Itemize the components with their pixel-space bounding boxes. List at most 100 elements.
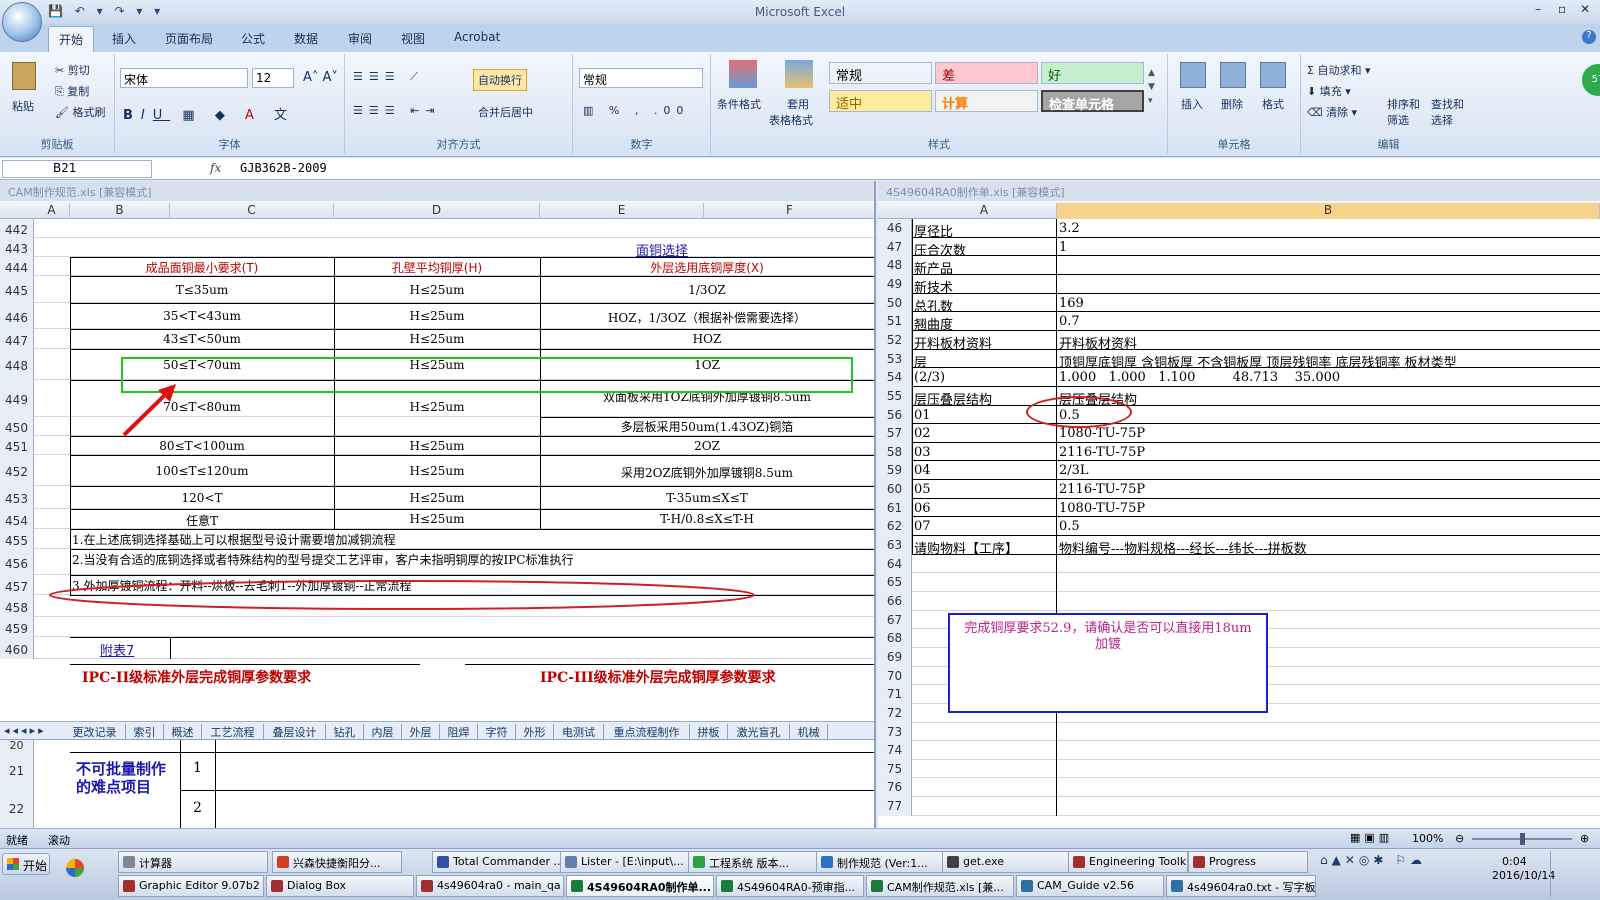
row-header-21[interactable]: 21 xyxy=(0,752,34,790)
cell-b[interactable]: 1 xyxy=(1059,240,1599,255)
font-name-select[interactable]: 宋体 xyxy=(120,68,248,88)
row-header-53[interactable]: 53 xyxy=(878,350,912,369)
taskbar-button[interactable]: CAM_Guide v2.56 xyxy=(1016,875,1164,897)
cell-a[interactable]: 02 xyxy=(914,426,1056,441)
col-header-b[interactable]: B xyxy=(1057,203,1600,219)
col-header-f[interactable]: F xyxy=(704,203,874,219)
row-header-445[interactable]: 445 xyxy=(0,276,34,303)
delete-cells-icon[interactable] xyxy=(1220,62,1246,88)
cell-b[interactable]: 2116-TU-75P xyxy=(1059,482,1599,497)
row-header-47[interactable]: 47 xyxy=(878,238,912,257)
sheet-tab[interactable]: 内层 xyxy=(364,724,402,739)
name-box[interactable]: B21 xyxy=(2,160,152,178)
row-header-75[interactable]: 75 xyxy=(878,760,912,779)
cell-b[interactable]: 0.7 xyxy=(1059,314,1599,329)
tab-data[interactable]: 数据 xyxy=(294,30,318,47)
row-header-443[interactable]: 443 xyxy=(0,238,34,257)
conditional-format-button[interactable]: 条件格式 xyxy=(717,96,761,112)
row-header-22[interactable]: 22 xyxy=(0,790,34,828)
taskbar-button[interactable]: 4s49604ra0 - main_qa xyxy=(416,875,564,897)
row-header-77[interactable]: 77 xyxy=(878,797,912,816)
insert-cells-button[interactable]: 插入 xyxy=(1181,96,1203,112)
cell-b[interactable]: 1080-TU-75P xyxy=(1059,501,1599,516)
zoom-out-button[interactable]: ⊖ xyxy=(1455,832,1464,845)
sheet-tab[interactable]: 外形 xyxy=(516,724,554,739)
cell-a[interactable]: 03 xyxy=(914,445,1056,460)
row-header-68[interactable]: 68 xyxy=(878,629,912,648)
wrap-text-button[interactable]: 自动换行 xyxy=(473,69,527,91)
row-header-72[interactable]: 72 xyxy=(878,704,912,723)
row-header-451[interactable]: 451 xyxy=(0,436,34,455)
conditional-format-icon[interactable] xyxy=(729,60,757,88)
cell-a[interactable]: 07 xyxy=(914,519,1056,534)
sheet-tab[interactable]: 外层 xyxy=(402,724,440,739)
taskbar-button[interactable]: Engineering Toolki... xyxy=(1068,851,1188,873)
cell-b[interactable]: 1080-TU-75P xyxy=(1059,426,1599,441)
formula-input[interactable]: GJB362B-2009 xyxy=(240,161,327,175)
row-header-453[interactable]: 453 xyxy=(0,486,34,509)
sheet-tab[interactable]: 拼板 xyxy=(690,724,728,739)
delete-cells-button[interactable]: 删除 xyxy=(1221,96,1243,112)
insert-function-icon[interactable]: fx xyxy=(210,161,221,175)
cell-a[interactable]: 06 xyxy=(914,501,1056,516)
row-header-448[interactable]: 448 xyxy=(0,349,34,380)
tab-page-layout[interactable]: 页面布局 xyxy=(165,30,213,47)
row-header-56[interactable]: 56 xyxy=(878,406,912,425)
zoom-level[interactable]: 100% xyxy=(1412,832,1443,845)
row-header-456[interactable]: 456 xyxy=(0,549,34,575)
find-select-line2[interactable]: 选择 xyxy=(1431,112,1453,128)
format-as-table-icon[interactable] xyxy=(785,60,813,88)
row-header-64[interactable]: 64 xyxy=(878,555,912,574)
style-bad[interactable]: 差 xyxy=(935,62,1038,84)
zoom-in-button[interactable]: ⊕ xyxy=(1580,832,1589,845)
taskbar-button[interactable]: 计算器 xyxy=(118,851,268,873)
paste-button[interactable]: 粘贴 xyxy=(12,98,34,114)
row-header-58[interactable]: 58 xyxy=(878,443,912,462)
cell-b[interactable]: 3.2 xyxy=(1059,221,1599,236)
grow-shrink-font-buttons[interactable]: A˄ A˅ xyxy=(303,70,338,85)
taskbar-button[interactable]: 4S49604RA0制作单... xyxy=(566,875,714,897)
taskbar-button[interactable]: Dialog Box xyxy=(266,875,414,897)
horizontal-align-buttons[interactable]: ☰☰☰ ⇤⇥ xyxy=(353,104,441,117)
format-as-table-line1[interactable]: 套用 xyxy=(787,96,809,112)
row-header-52[interactable]: 52 xyxy=(878,331,912,350)
row-header-51[interactable]: 51 xyxy=(878,312,912,331)
quick-access-toolbar[interactable]: 💾 ↶ ▾ ↷ ▾ ▾ xyxy=(48,4,164,18)
row-header-454[interactable]: 454 xyxy=(0,509,34,529)
row-header-460[interactable]: 460 xyxy=(0,637,34,659)
copy-button[interactable]: ⎘ 复制 xyxy=(55,83,89,99)
row-header-46[interactable]: 46 xyxy=(878,219,912,238)
vertical-align-buttons[interactable]: ☰☰☰ ⟋ xyxy=(353,70,424,84)
row-header-57[interactable]: 57 xyxy=(878,424,912,443)
col-header-a[interactable]: A xyxy=(34,203,70,219)
cell-a[interactable]: 05 xyxy=(914,482,1056,497)
cell-a[interactable]: (2/3) xyxy=(914,370,1056,385)
format-painter-button[interactable]: 🖌 格式刷 xyxy=(55,104,105,120)
help-icon[interactable]: ? xyxy=(1582,30,1596,44)
sheet-tab[interactable]: 概述 xyxy=(164,724,202,739)
sheet-tab[interactable]: 重点流程制作 xyxy=(604,724,690,739)
quick-launch-icon[interactable] xyxy=(66,859,84,877)
view-mode-buttons[interactable]: ▦▣▥ xyxy=(1350,831,1393,844)
row-header-63[interactable]: 63 xyxy=(878,536,912,555)
close-button[interactable]: ✕ xyxy=(1580,2,1590,16)
row-header-55[interactable]: 55 xyxy=(878,387,912,406)
start-button[interactable]: 开始 xyxy=(2,853,50,875)
row-header-459[interactable]: 459 xyxy=(0,617,34,637)
zoom-slider-thumb[interactable] xyxy=(1520,833,1525,845)
cell-b[interactable]: 0.5 xyxy=(1059,519,1599,534)
row-header-59[interactable]: 59 xyxy=(878,461,912,480)
taskbar-button[interactable]: 4S49604RA0-预审指... xyxy=(716,875,864,897)
row-header-444[interactable]: 444 xyxy=(0,257,34,276)
row-header-71[interactable]: 71 xyxy=(878,685,912,704)
row-header-48[interactable]: 48 xyxy=(878,256,912,275)
format-cells-button[interactable]: 格式 xyxy=(1262,96,1284,112)
sheet-tab[interactable]: 钻孔 xyxy=(326,724,364,739)
find-select-line1[interactable]: 查找和 xyxy=(1431,96,1464,112)
cell-b[interactable]: 2116-TU-75P xyxy=(1059,445,1599,460)
sheet-tab[interactable]: 工艺流程 xyxy=(202,724,264,739)
sheet-tab[interactable]: 索引 xyxy=(126,724,164,739)
row-header-50[interactable]: 50 xyxy=(878,294,912,313)
appendix-link[interactable]: 附表7 xyxy=(100,640,170,659)
office-button[interactable] xyxy=(2,2,42,42)
